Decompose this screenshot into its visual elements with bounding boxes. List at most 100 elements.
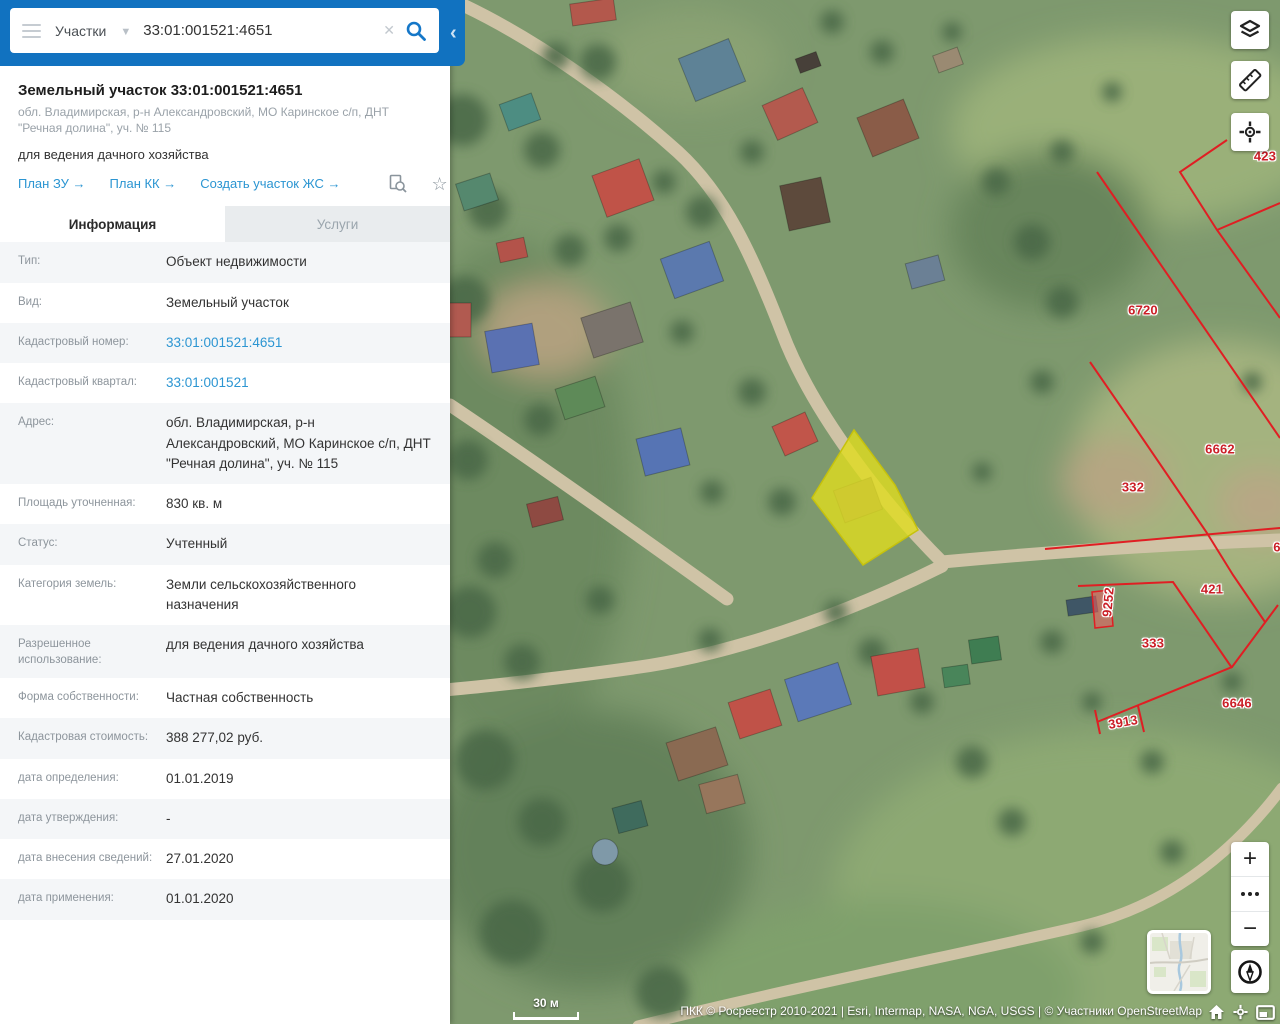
parcel-title: Земельный участок 33:01:001521:4651 (18, 82, 303, 99)
row-value: 27.01.2020 (166, 851, 234, 867)
chevron-down-icon[interactable]: ▼ (120, 26, 131, 38)
minimap-image (1149, 932, 1209, 992)
info-row-12: дата утверждения: - (0, 798, 450, 840)
row-label: Разрешенное использование: (18, 638, 102, 666)
row-label: дата внесения сведений: (18, 852, 153, 865)
collapse-panel-button[interactable]: ‹ (450, 20, 464, 46)
row-label: Кадастровая стоимость: (18, 731, 149, 744)
row-label: дата применения: (18, 892, 114, 905)
tab-information[interactable]: Информация (0, 206, 225, 243)
extent-window-icon[interactable] (1256, 1004, 1275, 1020)
row-label: Кадастровый квартал: (18, 376, 137, 389)
row-label: Форма собственности: (18, 691, 139, 704)
row-value: 388 277,02 руб. (166, 730, 264, 746)
info-row-11: дата определения: 01.01.2019 (0, 759, 450, 799)
create-zhs-link[interactable]: Создать участок ЖС → (200, 176, 340, 191)
search-header: Участки ▼ ✕ ‹ (0, 0, 465, 66)
plan-kk-link[interactable]: План КК → (110, 176, 177, 191)
zoom-options-button[interactable] (1231, 876, 1269, 911)
info-row-0: Тип: Объект недвижимости (0, 242, 450, 283)
info-row-9: Форма собственности: Частная собственност… (0, 678, 450, 718)
row-label: Кадастровый номер: (18, 335, 129, 348)
info-row-8: Разрешенное использование: для ведения да… (0, 625, 450, 679)
zoom-out-button[interactable]: − (1231, 911, 1269, 946)
info-row-2: Кадастровый номер: 33:01:001521:4651 (0, 322, 450, 364)
info-row-6: Статус: Учтенный (0, 524, 450, 565)
row-value: для ведения дачного хозяйства (166, 637, 364, 653)
info-rows: Тип: Объект недвижимости Вид: Земельный уча… (0, 242, 450, 920)
row-value-link[interactable]: 33:01:001521 (166, 373, 432, 393)
target-icon (1239, 121, 1261, 143)
parcel-label-6662[interactable]: 6662 (1205, 442, 1235, 457)
parcel-label-421[interactable]: 421 (1201, 582, 1223, 597)
dots-icon (1241, 892, 1259, 896)
row-label: Тип: (18, 255, 41, 268)
locate-icon[interactable] (1232, 1004, 1249, 1020)
zoom-control: + − (1231, 842, 1269, 946)
search-input[interactable] (141, 21, 374, 40)
info-row-5: Площадь уточненная: 830 кв. м (0, 484, 450, 524)
row-value: обл. Владимирская, р-н Александровский, … (166, 415, 431, 471)
parcel-label-6720[interactable]: 6720 (1128, 303, 1158, 318)
info-row-4: Адрес: обл. Владимирская, р-н Александров… (0, 403, 450, 485)
clear-search-icon[interactable]: ✕ (383, 22, 395, 39)
action-links: План ЗУ → План КК → Создать участок ЖС →… (0, 164, 450, 206)
info-panel: Земельный участок 33:01:001521:4651 обл.… (0, 0, 450, 1024)
locate-object-button[interactable] (1231, 113, 1269, 151)
panel-tabs: Информация Услуги (0, 206, 450, 243)
row-value-link[interactable]: 33:01:001521:4651 (166, 333, 432, 353)
map-attribution: ПКК © Росреестр 2010-2021 | Esri, Interm… (680, 1004, 1202, 1018)
row-value: Учтенный (166, 536, 228, 552)
search-icon[interactable] (405, 20, 427, 42)
row-label: дата определения: (18, 771, 119, 784)
parcel-usage-note: для ведения дачного хозяйства (18, 147, 209, 163)
search-box: Участки ▼ ✕ (10, 8, 439, 53)
info-row-10: Кадастровая стоимость: 388 277,02 руб. (0, 718, 450, 759)
tab-services[interactable]: Услуги (225, 206, 450, 243)
row-label: Статус: (18, 537, 58, 550)
parcel-label-6[interactable]: 6 (1273, 540, 1280, 555)
row-value: Объект недвижимости (166, 254, 307, 270)
parcel-label-6646[interactable]: 6646 (1222, 696, 1252, 711)
row-value: 830 кв. м (166, 496, 223, 512)
footer-icons (1208, 1004, 1275, 1020)
layers-button[interactable] (1231, 11, 1269, 49)
home-icon[interactable] (1208, 1004, 1225, 1020)
parcel-label-332[interactable]: 332 (1122, 480, 1144, 495)
parcel-label-9252[interactable]: 9252 (1099, 587, 1117, 618)
scale-label: 30 м (533, 996, 559, 1010)
map-scale-bar: 30 м (513, 996, 579, 1020)
satellite-scene (450, 0, 1280, 1024)
row-label: Площадь уточненная: (18, 497, 136, 510)
ruler-icon (1239, 69, 1262, 92)
parcel-label-333[interactable]: 333 (1142, 636, 1164, 651)
compass-icon (1238, 959, 1262, 984)
favorite-star-icon[interactable]: ☆ (431, 175, 447, 193)
parcel-address-subtitle: обл. Владимирская, р-н Александровский, … (18, 105, 389, 136)
row-label: дата утверждения: (18, 811, 119, 824)
info-row-7: Категория земель: Земли сельскохозяйствен… (0, 565, 450, 626)
info-row-14: дата применения: 01.01.2020 (0, 879, 450, 920)
measure-button[interactable] (1231, 61, 1269, 99)
row-value: Земельный участок (166, 294, 289, 310)
row-value: Земли сельскохозяйственного назначения (166, 576, 357, 612)
map-canvas[interactable]: 423 6720 6662 332 421 6 9252 333 6646 3913 30 м П… (450, 0, 1280, 1024)
row-value: Частная собственность (166, 690, 314, 706)
row-label: Категория земель: (18, 577, 117, 590)
zoom-in-button[interactable]: + (1231, 842, 1269, 876)
info-row-1: Вид: Земельный участок (0, 283, 450, 323)
layers-icon (1239, 19, 1261, 38)
info-row-13: дата внесения сведений: 27.01.2020 (0, 839, 450, 879)
plan-zu-link[interactable]: План ЗУ → (18, 176, 86, 191)
row-label: Адрес: (18, 416, 55, 429)
compass-button[interactable] (1231, 950, 1269, 993)
scale-bar-line (513, 1012, 579, 1020)
document-search-icon[interactable] (388, 174, 408, 194)
search-category-dropdown[interactable]: Участки (55, 23, 106, 39)
row-value: - (166, 810, 171, 826)
row-label: Вид: (18, 295, 42, 308)
row-value: 01.01.2019 (166, 770, 234, 786)
overview-minimap[interactable] (1147, 930, 1211, 994)
row-value: 01.01.2020 (166, 891, 234, 907)
menu-hamburger-icon[interactable] (22, 20, 41, 42)
